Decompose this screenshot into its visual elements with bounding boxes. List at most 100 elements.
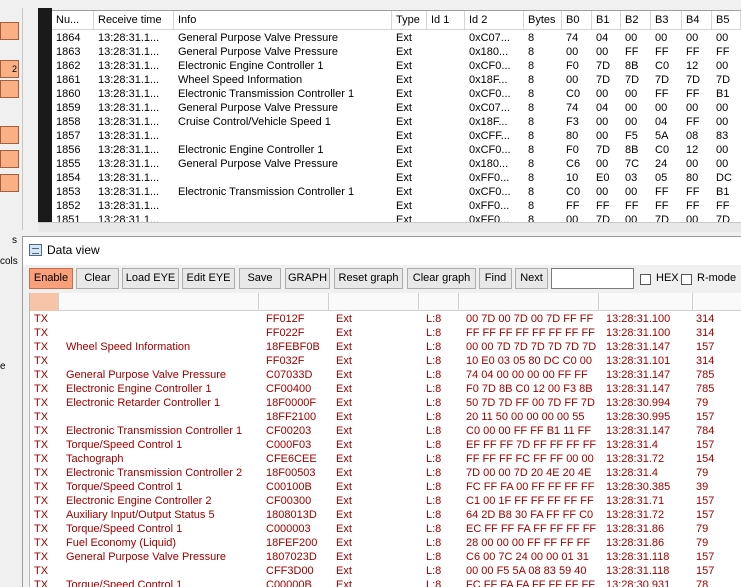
grid-header-cell[interactable]	[259, 293, 329, 311]
left-button-3[interactable]	[0, 80, 19, 98]
hex-checkbox[interactable]	[640, 274, 651, 285]
grid-header-cell[interactable]	[30, 293, 59, 311]
message-cell: 8	[528, 158, 535, 170]
message-row[interactable]: 1851 13:28:31.1... Ext 0xFF0... 8 00 7D 00 7D 00 7…	[52, 213, 741, 222]
enable-button[interactable]: Enable	[29, 268, 73, 289]
clear-graph-button[interactable]: Clear graph	[407, 268, 476, 289]
reset-graph-button[interactable]: Reset graph	[334, 268, 403, 289]
message-cell: Ext	[396, 32, 412, 44]
data-grid-row[interactable]: TX Torque/Speed Control 1 C000F03 Ext L:8 EF …	[30, 438, 741, 452]
data-grid-row[interactable]: TX Tachograph CFE6CEE Ext L:8 FF FF FF FC FF …	[30, 452, 741, 466]
message-row[interactable]: 1853 13:28:31.1... Electronic Transmission…	[52, 185, 741, 199]
next-button[interactable]: Next	[515, 268, 548, 289]
left-button-4[interactable]	[0, 126, 19, 144]
data-grid-row[interactable]: TX FF032F Ext L:8 10 E0 03 05 80 DC C0 00 13:…	[30, 354, 741, 368]
message-row[interactable]: 1857 13:28:31.1... Ext 0xCFF... 8 80 00 F5 5A 08 8…	[52, 129, 741, 143]
message-column-header[interactable]: B4	[682, 11, 712, 29]
data-grid-row[interactable]: TX Torque/Speed Control 1 C00000B Ext L:8 FC …	[30, 578, 741, 587]
data-grid-row[interactable]: TX Electronic Transmission Controller 1 CF…	[30, 424, 741, 438]
data-grid-row[interactable]: TX Wheel Speed Information 18FEBF0B Ext L:8 0…	[30, 340, 741, 354]
message-cell: F3	[566, 116, 579, 128]
data-grid-row[interactable]: TX 18FF2100 Ext L:8 20 11 50 00 00 00 00 55 1…	[30, 410, 741, 424]
find-input[interactable]	[551, 268, 634, 289]
message-row[interactable]: 1861 13:28:31.1... Wheel Speed Information…	[52, 73, 741, 87]
message-row[interactable]: 1855 13:28:31.1... General Purpose Valve P…	[52, 157, 741, 171]
message-column-header[interactable]: B2	[621, 11, 651, 29]
message-column-header[interactable]: Bytes	[524, 11, 562, 29]
message-cell: 8	[528, 60, 535, 72]
find-button[interactable]: Find	[479, 268, 512, 289]
message-cell	[427, 171, 465, 185]
message-cell: 00	[596, 158, 609, 170]
data-grid-row[interactable]: TX General Purpose Valve Pressure 1807023D…	[30, 550, 741, 564]
divider-panel	[38, 8, 52, 230]
save-button[interactable]: Save	[239, 268, 281, 289]
message-row[interactable]: 1854 13:28:31.1... Ext 0xFF0... 8 10 E0 03 05 80 D…	[52, 171, 741, 185]
message-cell: 13:28:31.1...	[98, 32, 160, 44]
data-grid-row[interactable]: TX General Purpose Valve Pressure C07033D E…	[30, 368, 741, 382]
data-grid-cell: 154	[696, 453, 715, 465]
message-row[interactable]: 1863 13:28:31.1... General Purpose Valve P…	[52, 45, 741, 59]
message-column-header[interactable]: B3	[651, 11, 682, 29]
grid-header-cell[interactable]	[459, 293, 599, 311]
data-grid-cell: General Purpose Valve Pressure	[66, 551, 226, 563]
message-row[interactable]: 1856 13:28:31.1... Electronic Engine Contr…	[52, 143, 741, 157]
data-view-titlebar[interactable]: Data view	[23, 237, 741, 265]
data-grid-cell: L:8	[426, 313, 442, 325]
message-row[interactable]: 1859 13:28:31.1... General Purpose Valve P…	[52, 101, 741, 115]
left-button-1[interactable]	[0, 22, 19, 40]
left-button-6[interactable]	[0, 174, 19, 192]
data-grid-cell: 10 E0 03 05 80 DC C0 00	[466, 355, 592, 367]
grid-header-cell[interactable]	[419, 293, 459, 311]
left-button-5[interactable]	[0, 150, 19, 168]
left-scrollbar[interactable]	[22, 8, 34, 230]
data-grid-cell: 13:28:31.72	[606, 453, 665, 465]
grid-header-cell[interactable]	[329, 293, 419, 311]
message-column-header[interactable]: Id 2	[465, 11, 524, 29]
data-grid-row[interactable]: TX Auxiliary Input/Output Status 5 1808013…	[30, 508, 741, 522]
data-grid-cell: 785	[696, 369, 715, 381]
left-button-2[interactable]: 2	[0, 60, 19, 78]
data-view-toolbar: Enable Clear Load EYE Edit EYE Save GRAP…	[23, 265, 741, 293]
load-eye-button[interactable]: Load EYE	[122, 268, 179, 289]
edit-eye-button[interactable]: Edit EYE	[182, 268, 235, 289]
message-row[interactable]: 1852 13:28:31.1... Ext 0xFF0... 8 FF FF FF FF FF F…	[52, 199, 741, 213]
grid-header-cell[interactable]	[599, 293, 693, 311]
data-grid-cell	[66, 312, 264, 326]
data-grid-row[interactable]: TX Fuel Economy (Liquid) 18FEF200 Ext L:8 28 …	[30, 536, 741, 550]
message-cell: 8	[528, 102, 535, 114]
message-row[interactable]: 1864 13:28:31.1... General Purpose Valve P…	[52, 31, 741, 45]
grid-header-cell[interactable]	[59, 293, 259, 311]
data-grid-cell: TX	[34, 411, 49, 423]
message-column-header[interactable]: Type	[392, 11, 427, 29]
message-table-hscrollbar[interactable]	[38, 222, 741, 232]
data-grid-row[interactable]: TX CFF3D00 Ext L:8 00 00 F5 5A 08 83 59 40 13…	[30, 564, 741, 578]
message-cell	[427, 73, 465, 87]
message-column-header[interactable]: Info	[174, 11, 392, 29]
data-grid-cell: TX	[34, 355, 49, 367]
message-row[interactable]: 1860 13:28:31.1... Electronic Transmission…	[52, 87, 741, 101]
message-column-header[interactable]: B0	[562, 11, 592, 29]
message-column-header[interactable]: B5	[712, 11, 741, 29]
message-cell: FF	[655, 200, 669, 212]
rmode-checkbox[interactable]	[681, 274, 692, 285]
message-row[interactable]: 1862 13:28:31.1... Electronic Engine Contr…	[52, 59, 741, 73]
message-column-header[interactable]: B1	[592, 11, 621, 29]
data-grid-cell: C6 00 7C 24 00 00 01 31	[466, 551, 589, 563]
data-grid-row[interactable]: TX Torque/Speed Control 1 C000003 Ext L:8 EC …	[30, 522, 741, 536]
message-column-header[interactable]: Id 1	[427, 11, 465, 29]
data-grid-row[interactable]: TX Electronic Engine Controller 2 CF00300 E…	[30, 494, 741, 508]
data-grid-row[interactable]: TX Torque/Speed Control 1 C00100B Ext L:8 FC …	[30, 480, 741, 494]
data-grid-row[interactable]: TX Electronic Transmission Controller 2 18…	[30, 466, 741, 480]
data-grid-row[interactable]: TX Electronic Engine Controller 1 CF00400 E…	[30, 382, 741, 396]
message-cell: 24	[655, 158, 668, 170]
grid-header-cell[interactable]	[693, 293, 741, 311]
message-column-header[interactable]: Nu...	[52, 11, 94, 29]
data-grid-row[interactable]: TX Electronic Retarder Controller 1 18F000…	[30, 396, 741, 410]
graph-button[interactable]: GRAPH	[285, 268, 330, 289]
data-grid-row[interactable]: TX FF022F Ext L:8 FF FF FF FF FF FF FF FF 13:…	[30, 326, 741, 340]
data-grid-row[interactable]: TX FF012F Ext L:8 00 7D 00 7D 00 7D FF FF 13:…	[30, 312, 741, 326]
message-column-header[interactable]: Receive time	[94, 11, 174, 29]
clear-button[interactable]: Clear	[76, 268, 119, 289]
message-row[interactable]: 1858 13:28:31.1... Cruise Control/Vehicle …	[52, 115, 741, 129]
